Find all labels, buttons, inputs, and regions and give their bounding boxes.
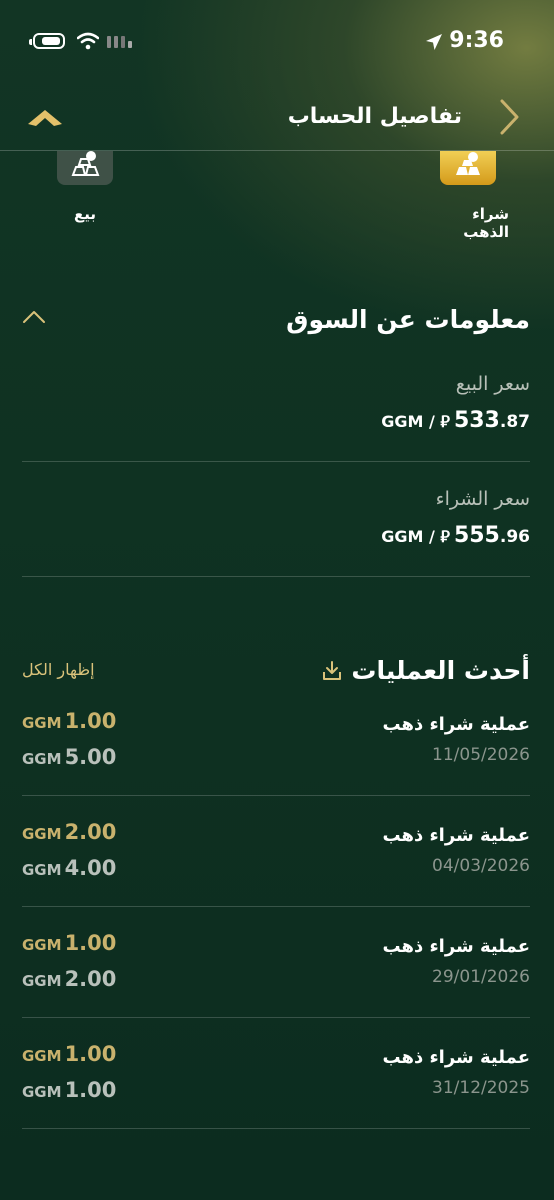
market-info-title: معلومات عن السوق	[286, 305, 530, 334]
sell-label: بيع	[73, 205, 96, 223]
show-all-link[interactable]: إظهار الكل	[22, 660, 95, 679]
gold-bars-sell-icon	[57, 151, 113, 185]
amount-unit: GGM	[22, 936, 62, 954]
sell-price-label: سعر البيع	[455, 373, 530, 395]
buy-price-dec: .96	[499, 527, 530, 547]
recent-transactions-title: أحدث العمليات	[351, 656, 530, 685]
buy-price-value: GGM / ⃁ 555.96	[381, 523, 530, 548]
page-title: تفاصيل الحساب	[287, 104, 462, 129]
battery-icon	[29, 33, 65, 49]
signal-icon	[107, 36, 132, 48]
transaction-amount-gold: GGM 1.00	[22, 931, 116, 955]
transaction-date: 31/12/2025	[432, 1078, 530, 1098]
sell-price-value: GGM / ⃁ 533.87	[381, 408, 530, 433]
amount-value: 1.00	[64, 709, 117, 733]
divider	[22, 1017, 530, 1018]
divider	[22, 1128, 530, 1129]
transaction-row[interactable]: عملية شراء ذهب 31/12/2025 GGM 1.00 GGM 1.0…	[0, 1033, 554, 1129]
sell-price-dec: .87	[499, 412, 530, 432]
wifi-icon	[77, 32, 99, 50]
divider	[22, 576, 530, 577]
transaction-date: 11/05/2026	[432, 745, 530, 765]
transaction-title: عملية شراء ذهب	[382, 936, 530, 957]
transaction-title: عملية شراء ذهب	[382, 1047, 530, 1068]
buy-price-label: سعر الشراء	[435, 488, 530, 510]
amount-unit: GGM	[22, 861, 62, 879]
back-chevron-icon[interactable]	[498, 98, 522, 136]
amount-value: 4.00	[64, 856, 117, 880]
amount-value: 2.00	[64, 967, 117, 991]
transaction-title: عملية شراء ذهب	[382, 714, 530, 735]
transaction-amount-secondary: GGM 1.00	[22, 1078, 116, 1102]
transaction-row[interactable]: عملية شراء ذهب 11/05/2026 GGM 1.00 GGM 5.0…	[0, 700, 554, 796]
amount-value: 1.00	[64, 1042, 117, 1066]
sell-price-int: 533	[453, 408, 500, 433]
buy-gold-label: شراء الذهب	[463, 205, 509, 241]
amount-value: 1.00	[64, 1078, 117, 1102]
transaction-amount-gold: GGM 1.00	[22, 709, 116, 733]
amount-unit: GGM	[22, 1047, 62, 1065]
divider	[22, 461, 530, 462]
divider	[22, 795, 530, 796]
buy-price-int: 555	[453, 523, 500, 548]
collapse-chevron-icon[interactable]	[26, 104, 64, 130]
transaction-date: 29/01/2026	[432, 967, 530, 987]
download-icon[interactable]	[322, 660, 342, 682]
transaction-title: عملية شراء ذهب	[382, 825, 530, 846]
sell-action[interactable]: بيع	[50, 151, 120, 231]
transaction-amount-secondary: GGM 4.00	[22, 856, 116, 880]
amount-unit: GGM	[22, 714, 62, 732]
amount-unit: GGM	[22, 972, 62, 990]
amount-unit: GGM	[22, 750, 62, 768]
status-bar: 9:36	[0, 26, 554, 56]
transaction-row[interactable]: عملية شراء ذهب 29/01/2026 GGM 1.00 GGM 2.0…	[0, 922, 554, 1018]
amount-unit: GGM	[22, 825, 62, 843]
amount-value: 5.00	[64, 745, 117, 769]
market-collapse-chevron-icon[interactable]	[22, 309, 46, 325]
divider	[22, 906, 530, 907]
transaction-amount-gold: GGM 1.00	[22, 1042, 116, 1066]
transaction-amount-secondary: GGM 5.00	[22, 745, 116, 769]
amount-value: 1.00	[64, 931, 117, 955]
sell-price-unit: GGM / ⃁	[381, 412, 450, 431]
buy-price-unit: GGM / ⃁	[381, 527, 450, 546]
transaction-amount-secondary: GGM 2.00	[22, 967, 116, 991]
buy-gold-action[interactable]: شراء الذهب	[425, 151, 515, 241]
transaction-amount-gold: GGM 2.00	[22, 820, 116, 844]
status-time: 9:36	[449, 28, 504, 53]
transaction-row[interactable]: عملية شراء ذهب 04/03/2026 GGM 2.00 GGM 4.0…	[0, 811, 554, 907]
amount-unit: GGM	[22, 1083, 62, 1101]
amount-value: 2.00	[64, 820, 117, 844]
gold-bars-icon	[440, 151, 496, 185]
location-arrow-icon	[426, 34, 442, 50]
transaction-date: 04/03/2026	[432, 856, 530, 876]
